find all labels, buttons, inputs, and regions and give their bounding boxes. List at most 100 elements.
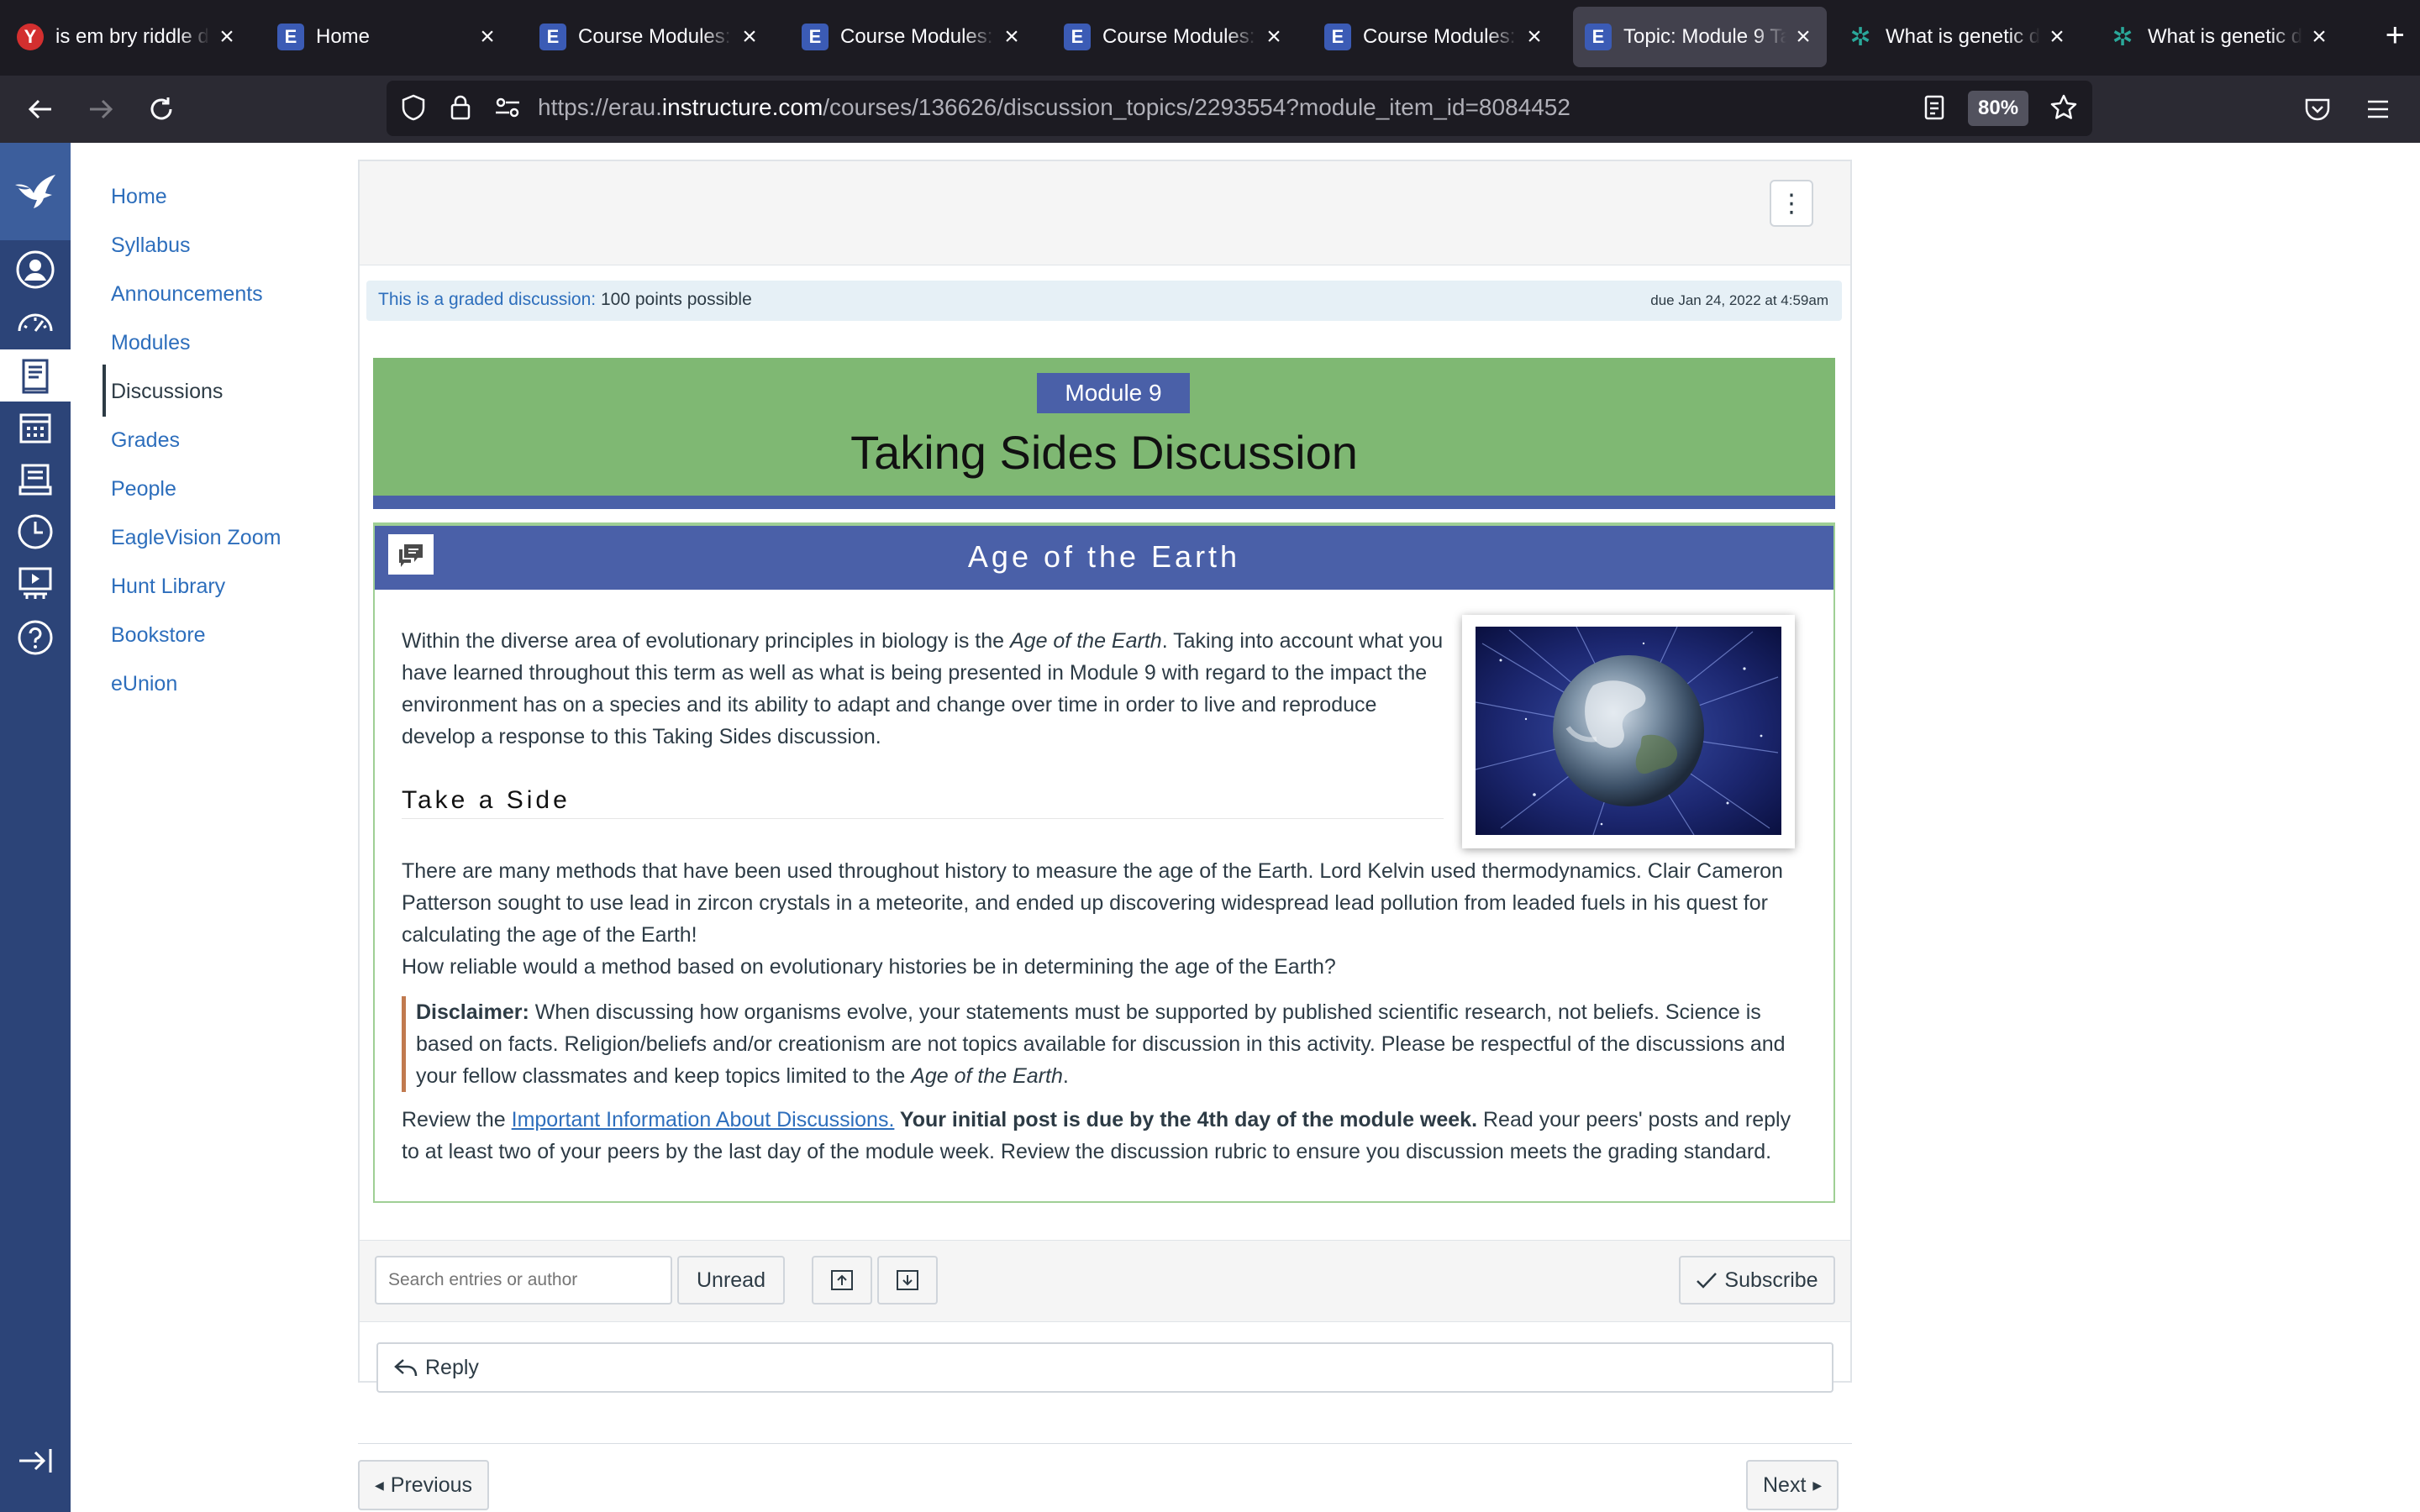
canvas-e-icon: E (1064, 24, 1091, 50)
reply-button[interactable]: Reply (376, 1342, 1833, 1393)
checkmark-icon (1697, 1273, 1718, 1289)
intro-emphasis: Age of the Earth (1010, 629, 1162, 653)
url-domain: instructure.com (661, 94, 823, 120)
site-icon: ✲ (2112, 23, 2133, 51)
eagle-logo-icon[interactable] (0, 143, 71, 240)
tab-label: Course Modules: B (578, 25, 733, 48)
url-bar[interactable]: https://erau.instructure.com/courses/136… (387, 81, 2092, 136)
course-nav-bookstore[interactable]: Bookstore (111, 623, 206, 648)
close-icon[interactable]: × (738, 23, 761, 51)
graded-discussion-notice: This is a graded discussion: 100 points … (366, 281, 1842, 321)
intro-text: Within the diverse area of evolutionary … (402, 629, 1010, 653)
account-avatar-icon[interactable] (0, 244, 71, 296)
browser-tab[interactable]: E Course Modules: B × (1052, 7, 1297, 67)
dashboard-icon[interactable] (0, 296, 71, 348)
pocket-icon[interactable] (2296, 87, 2339, 131)
course-nav-eunion[interactable]: eUnion (111, 672, 177, 696)
course-nav-discussions[interactable]: Discussions (111, 380, 223, 404)
lock-icon[interactable] (444, 91, 477, 124)
close-icon[interactable]: × (1000, 23, 1023, 51)
browser-tab[interactable]: E Course Modules: B × (528, 7, 773, 67)
close-icon[interactable]: × (1791, 23, 1815, 51)
next-label: Next (1763, 1473, 1807, 1497)
reader-view-icon[interactable] (1918, 91, 1951, 124)
close-icon[interactable]: × (1262, 23, 1286, 51)
methods-text: There are many methods that have been us… (402, 859, 1783, 947)
disclaimer-label: Disclaimer: (416, 1000, 529, 1024)
more-options-kebab-icon[interactable]: ⋮ (1770, 180, 1813, 227)
bookmark-star-icon[interactable] (2047, 91, 2081, 124)
browser-tab[interactable]: ✲ What is genetic dis × (1835, 7, 2081, 67)
important-info-link[interactable]: Important Information About Discussions. (512, 1108, 895, 1131)
close-icon[interactable]: × (476, 23, 499, 51)
close-icon[interactable]: × (215, 23, 239, 51)
course-nav-people[interactable]: People (111, 477, 176, 501)
reply-arrow-icon (394, 1359, 418, 1377)
take-a-side-heading: Take a Side (402, 786, 1444, 819)
courses-icon[interactable] (0, 349, 71, 402)
previous-button[interactable]: ◀ Previous (358, 1460, 490, 1510)
hamburger-menu-icon[interactable] (2356, 87, 2400, 131)
course-nav-hunt-library[interactable]: Hunt Library (111, 575, 225, 599)
tab-label: Course Modules: B (840, 25, 995, 48)
points-possible: 100 points possible (600, 290, 752, 309)
active-indicator (103, 365, 106, 417)
collapse-icon (831, 1270, 853, 1290)
browser-tab[interactable]: ✲ What is genetic dis × (2097, 7, 2343, 67)
close-icon[interactable]: × (2045, 23, 2069, 51)
close-icon[interactable]: × (1523, 23, 1546, 51)
url-text: https://erau.instructure.com/courses/136… (538, 94, 1570, 121)
subscribe-button[interactable]: Subscribe (1679, 1256, 1835, 1305)
canvas-e-icon: E (1585, 24, 1612, 50)
course-nav-syllabus[interactable]: Syllabus (111, 234, 191, 258)
course-nav-grades[interactable]: Grades (111, 428, 180, 453)
reload-icon[interactable] (139, 87, 183, 131)
canvas-e-icon: E (539, 24, 566, 50)
calendar-icon[interactable] (0, 402, 71, 454)
browser-tab-active[interactable]: E Topic: Module 9 Ta × (1573, 7, 1827, 67)
forward-arrow-icon[interactable] (79, 87, 123, 131)
review-bold: Your initial post is due by the 4th day … (894, 1108, 1478, 1131)
discussion-toolbar: Unread Subscribe (360, 1240, 1850, 1322)
yahoo-icon: Y (17, 24, 44, 50)
course-nav-home[interactable]: Home (111, 185, 167, 209)
studio-icon[interactable] (0, 558, 71, 610)
discussion-topic: ⋮ This is a graded discussion: 100 point… (358, 160, 1852, 1393)
back-arrow-icon[interactable] (18, 87, 62, 131)
course-navigation: Home Syllabus Announcements Modules Disc… (71, 143, 356, 1512)
discussion-header: ⋮ (360, 161, 1850, 265)
inbox-icon[interactable] (0, 454, 71, 506)
course-nav-eaglevision-zoom[interactable]: EagleVision Zoom (111, 526, 281, 550)
topic-content-box: Age of the Earth Within the diverse area… (373, 522, 1835, 1203)
history-clock-icon[interactable] (0, 506, 71, 558)
shield-icon[interactable] (397, 91, 430, 124)
collapse-nav-icon[interactable] (0, 1435, 71, 1487)
new-tab-plus-icon[interactable]: + (2386, 17, 2405, 55)
course-nav-announcements[interactable]: Announcements (111, 282, 263, 307)
canvas-e-icon: E (802, 24, 829, 50)
disclaimer-block: Disclaimer: When discussing how organism… (402, 996, 1810, 1092)
earth-image (1476, 627, 1781, 835)
graded-label: This is a graded discussion: 100 points … (378, 290, 752, 310)
zoom-level-button[interactable]: 80% (1968, 91, 2029, 126)
browser-tab[interactable]: E Course Modules: B × (790, 7, 1035, 67)
tab-label: is em bry riddle do (55, 25, 210, 48)
browser-tab[interactable]: E Home × (266, 7, 511, 67)
search-entries-input[interactable] (375, 1256, 672, 1305)
disclaimer-end: . (1062, 1064, 1069, 1088)
browser-tab[interactable]: E Course Modules: B × (1313, 7, 1558, 67)
collapse-replies-button[interactable] (812, 1256, 872, 1305)
unread-button[interactable]: Unread (677, 1256, 785, 1305)
course-nav-modules[interactable]: Modules (111, 331, 191, 355)
permissions-icon[interactable] (491, 91, 524, 124)
help-icon[interactable] (0, 612, 71, 664)
url-path: /courses/136626/discussion_topics/229355… (823, 94, 1570, 120)
next-button[interactable]: Next ▶ (1746, 1460, 1839, 1510)
previous-label: Previous (390, 1473, 473, 1497)
browser-tab-bar: Y is em bry riddle do × E Home × E Cours… (0, 0, 2420, 76)
close-icon[interactable]: × (2307, 23, 2331, 51)
expand-replies-button[interactable] (877, 1256, 938, 1305)
topic-title: Age of the Earth (967, 539, 1241, 574)
review-paragraph: Review the Important Information About D… (402, 1104, 1810, 1168)
browser-tab[interactable]: Y is em bry riddle do × (5, 7, 250, 67)
